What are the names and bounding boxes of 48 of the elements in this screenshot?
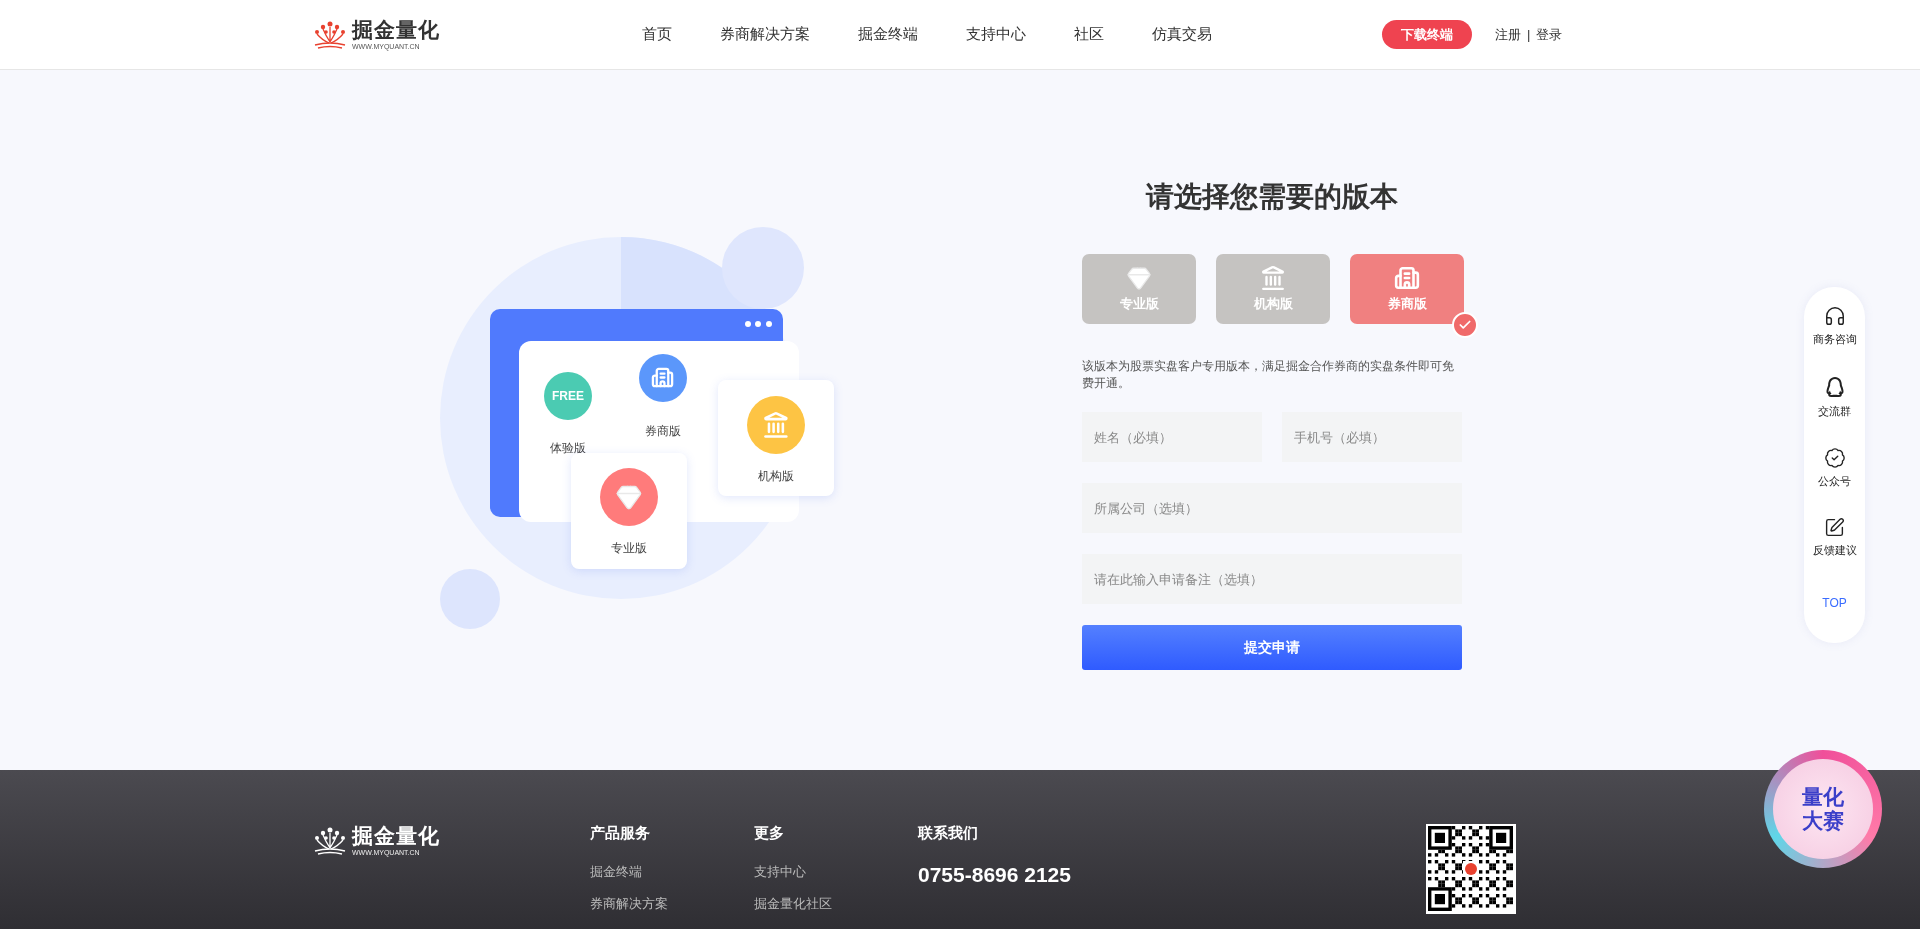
- input-field[interactable]: 姓名（必填）: [1082, 412, 1262, 462]
- bank-icon: [1260, 265, 1286, 291]
- footer-link[interactable]: 掘金终端: [590, 863, 754, 881]
- edit-icon: [1824, 517, 1845, 538]
- version-label: 专业版: [611, 540, 647, 557]
- footer-heading: 联系我们: [918, 824, 979, 843]
- badge-check-icon: [1823, 447, 1846, 469]
- toolbar-item[interactable]: 交流群: [1818, 375, 1851, 419]
- version-label: 机构版: [758, 468, 794, 485]
- logo-icon: [312, 825, 348, 856]
- auth-link[interactable]: 注册: [1495, 25, 1521, 44]
- toolbar-item[interactable]: 公众号: [1818, 447, 1851, 489]
- input-field[interactable]: 所属公司（选填）: [1082, 483, 1462, 533]
- footer-heading: 更多: [754, 824, 785, 843]
- nav-link[interactable]: 券商解决方案: [720, 25, 810, 44]
- building-icon: [651, 366, 675, 390]
- logo-name: 掘金量化: [352, 18, 440, 42]
- logo-icon: [312, 19, 348, 50]
- headset-icon: [1823, 305, 1846, 327]
- back-to-top-link[interactable]: TOP: [1822, 596, 1847, 610]
- footer-heading: 产品服务: [590, 824, 651, 843]
- gem-icon: [615, 483, 643, 511]
- nav-link[interactable]: 首页: [642, 25, 672, 44]
- nav-link[interactable]: 支持中心: [966, 25, 1026, 44]
- footer-link[interactable]: 券商解决方案: [590, 895, 754, 913]
- version-description: 该版本为股票实盘客户专用版本，满足掘金合作券商的实盘条件即可免费开通。: [1082, 359, 1455, 391]
- submit-button[interactable]: 提交申请: [1082, 625, 1462, 670]
- toolbar-item[interactable]: 商务咨询: [1812, 305, 1857, 347]
- phone-number: 0755-8696 2125: [918, 863, 1072, 887]
- footer-link[interactable]: 支持中心: [754, 863, 918, 881]
- download-button[interactable]: 下载终端: [1382, 20, 1472, 49]
- gem-icon: [1126, 265, 1152, 291]
- nav-link[interactable]: 掘金终端: [858, 25, 918, 44]
- input-field[interactable]: 手机号（必填）: [1282, 412, 1462, 462]
- building-icon: [1394, 265, 1420, 291]
- version-label: 体验版: [550, 440, 586, 457]
- nav-link[interactable]: 仿真交易: [1152, 25, 1212, 44]
- check-icon: [1452, 312, 1478, 338]
- footer-link[interactable]: 掘金量化社区: [754, 895, 918, 913]
- form-title: 请选择您需要的版本: [1144, 180, 1399, 214]
- toolbar-item[interactable]: 反馈建议: [1812, 517, 1857, 558]
- input-field[interactable]: 请在此输入申请备注（选填）: [1082, 554, 1462, 604]
- nav-link[interactable]: 社区: [1074, 25, 1104, 44]
- auth-link[interactable]: 登录: [1536, 25, 1563, 44]
- bank-icon: [762, 411, 790, 439]
- logo-name: 掘金量化: [352, 824, 440, 848]
- version-label: 券商版: [645, 423, 681, 440]
- separator: |: [1527, 27, 1531, 42]
